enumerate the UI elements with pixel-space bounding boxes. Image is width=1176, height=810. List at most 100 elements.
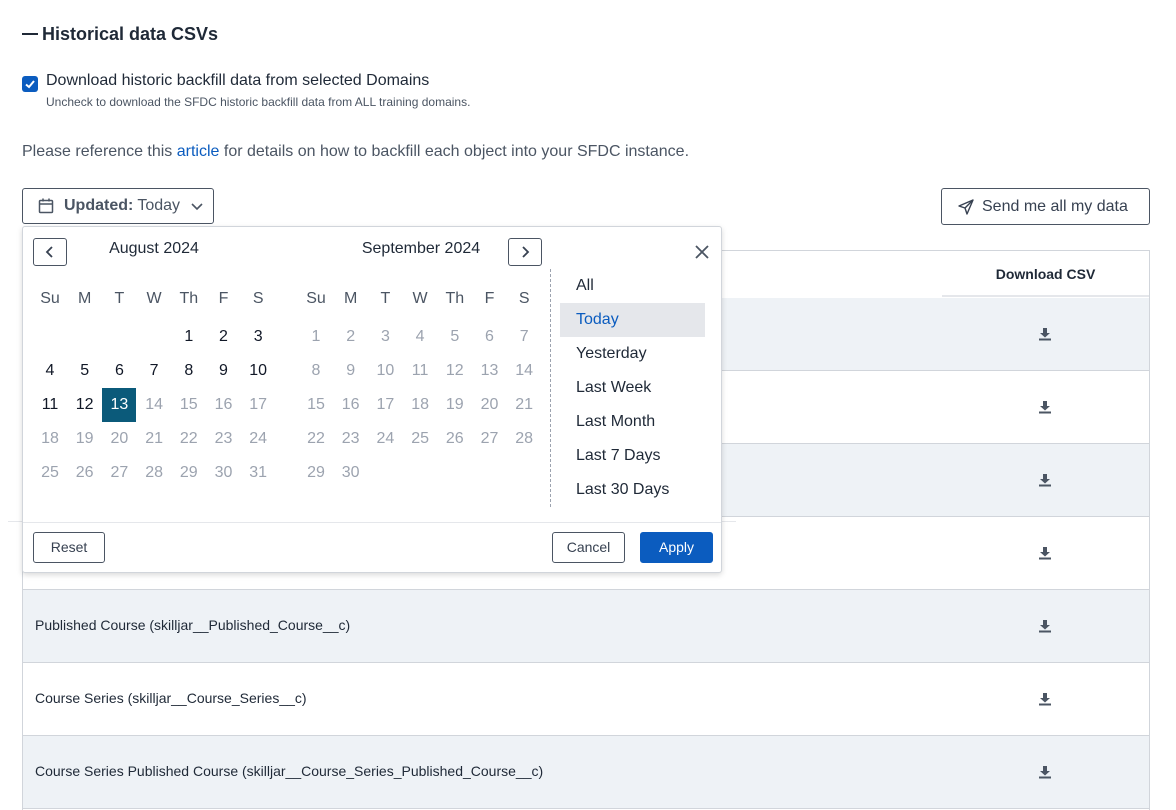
calendar-day[interactable]: 14 — [137, 388, 171, 422]
download-icon[interactable] — [1038, 400, 1052, 419]
download-icon[interactable] — [1038, 473, 1052, 492]
calendar-day[interactable]: 25 — [403, 422, 437, 456]
calendar-day[interactable]: 29 — [172, 456, 206, 490]
calendar-day[interactable]: 19 — [68, 422, 102, 456]
download-icon[interactable] — [1038, 327, 1052, 346]
table-row: Course Series (skilljar__Course_Series__… — [23, 663, 1149, 736]
weekday-label: S — [252, 290, 264, 307]
weekday-label: F — [484, 290, 495, 307]
calendar-day[interactable]: 22 — [299, 422, 333, 456]
calendar-day[interactable]: 26 — [438, 422, 472, 456]
calendar-day[interactable]: 20 — [102, 422, 136, 456]
calendar-day[interactable]: 21 — [137, 422, 171, 456]
calendar-day[interactable]: 6 — [473, 320, 507, 354]
weekday-label: M — [344, 290, 358, 307]
calendar-day[interactable]: 23 — [207, 422, 241, 456]
weekday-label: Th — [445, 290, 465, 307]
calendar-day[interactable]: 18 — [33, 422, 67, 456]
preset-option[interactable]: Today — [560, 303, 705, 337]
preset-option[interactable]: Last 30 Days — [560, 473, 705, 507]
calendar-day[interactable]: 25 — [33, 456, 67, 490]
calendar-day[interactable]: 5 — [438, 320, 472, 354]
calendar-day[interactable]: 10 — [241, 354, 275, 388]
preset-option[interactable]: Last Month — [560, 405, 705, 439]
weekday-label: Su — [40, 290, 60, 307]
backfill-checkbox[interactable] — [22, 76, 38, 92]
calendar-day[interactable]: 2 — [207, 320, 241, 354]
calendar-day[interactable]: 8 — [172, 354, 206, 388]
calendar-day[interactable]: 16 — [207, 388, 241, 422]
weekday-label: Th — [179, 290, 199, 307]
calendar-day[interactable]: 11 — [33, 388, 67, 422]
calendar-day[interactable]: 26 — [68, 456, 102, 490]
calendar-day[interactable]: 28 — [507, 422, 541, 456]
calendar-day[interactable]: 13 — [102, 388, 137, 422]
calendar-day[interactable]: 7 — [137, 354, 171, 388]
updated-filter-button[interactable]: Updated: Today — [22, 188, 214, 224]
calendar-day[interactable]: 15 — [299, 388, 333, 422]
calendar-day[interactable]: 4 — [33, 354, 67, 388]
calendar-day[interactable]: 15 — [172, 388, 206, 422]
weekday-label: Su — [306, 290, 326, 307]
calendar-day[interactable]: 7 — [507, 320, 541, 354]
article-link[interactable]: article — [177, 143, 220, 160]
calendar-day[interactable]: 5 — [68, 354, 102, 388]
calendar-day[interactable]: 2 — [334, 320, 368, 354]
calendar-day[interactable]: 19 — [438, 388, 472, 422]
calendar-day[interactable]: 4 — [403, 320, 437, 354]
preset-option[interactable]: Last Week — [560, 371, 705, 405]
send-all-data-button[interactable]: Send me all my data — [941, 188, 1150, 225]
calendar-day[interactable]: 23 — [334, 422, 368, 456]
reset-button[interactable]: Reset — [33, 532, 105, 563]
section-title[interactable]: Historical data CSVs — [22, 24, 218, 45]
calendar-day[interactable]: 13 — [473, 354, 507, 388]
calendar-day[interactable]: 22 — [172, 422, 206, 456]
calendar-day[interactable]: 9 — [334, 354, 368, 388]
weekday-label: S — [518, 290, 530, 307]
calendar-day[interactable]: 6 — [102, 354, 136, 388]
calendar-day[interactable]: 24 — [368, 422, 402, 456]
calendar-day[interactable]: 28 — [137, 456, 171, 490]
chevron-right-icon — [522, 246, 530, 258]
calendar-day[interactable]: 16 — [334, 388, 368, 422]
next-month-button[interactable] — [508, 238, 542, 266]
download-icon[interactable] — [1038, 546, 1052, 565]
apply-button[interactable]: Apply — [640, 532, 713, 563]
download-csv-header: Download CSV — [942, 251, 1149, 297]
calendar-day[interactable]: 29 — [299, 456, 333, 490]
calendar-day[interactable]: 17 — [241, 388, 275, 422]
calendar-day[interactable]: 10 — [368, 354, 402, 388]
calendar-day[interactable]: 27 — [473, 422, 507, 456]
preset-option[interactable]: Last 7 Days — [560, 439, 705, 473]
close-picker-button[interactable] — [694, 244, 710, 265]
object-name: Course Series (skilljar__Course_Series__… — [35, 690, 307, 706]
calendar-day[interactable]: 12 — [438, 354, 472, 388]
table-row: Course Series Published Course (skilljar… — [23, 736, 1149, 809]
cancel-button[interactable]: Cancel — [552, 532, 625, 563]
calendar-day[interactable]: 1 — [172, 320, 206, 354]
calendar-day[interactable]: 11 — [403, 354, 437, 388]
calendar-day[interactable]: 9 — [207, 354, 241, 388]
calendar-day[interactable]: 27 — [102, 456, 136, 490]
collapse-dash-icon — [22, 32, 38, 35]
calendar-day[interactable]: 8 — [299, 354, 333, 388]
preset-option[interactable]: Yesterday — [560, 337, 705, 371]
calendar-day[interactable]: 30 — [207, 456, 241, 490]
calendar-day[interactable]: 3 — [241, 320, 275, 354]
calendar-day[interactable]: 12 — [68, 388, 102, 422]
download-icon[interactable] — [1038, 765, 1052, 784]
calendar-day[interactable]: 1 — [299, 320, 333, 354]
download-icon[interactable] — [1038, 692, 1052, 711]
calendar-day[interactable]: 18 — [403, 388, 437, 422]
calendar-day[interactable]: 3 — [368, 320, 402, 354]
download-icon[interactable] — [1038, 619, 1052, 638]
calendar-day[interactable]: 31 — [241, 456, 275, 490]
weekday-label: T — [380, 290, 391, 307]
preset-option[interactable]: All — [560, 269, 705, 303]
calendar-day[interactable]: 24 — [241, 422, 275, 456]
calendar-day[interactable]: 20 — [473, 388, 507, 422]
calendar-day[interactable]: 30 — [334, 456, 368, 490]
calendar-day[interactable]: 17 — [368, 388, 402, 422]
calendar-day[interactable]: 21 — [507, 388, 541, 422]
calendar-day[interactable]: 14 — [507, 354, 541, 388]
